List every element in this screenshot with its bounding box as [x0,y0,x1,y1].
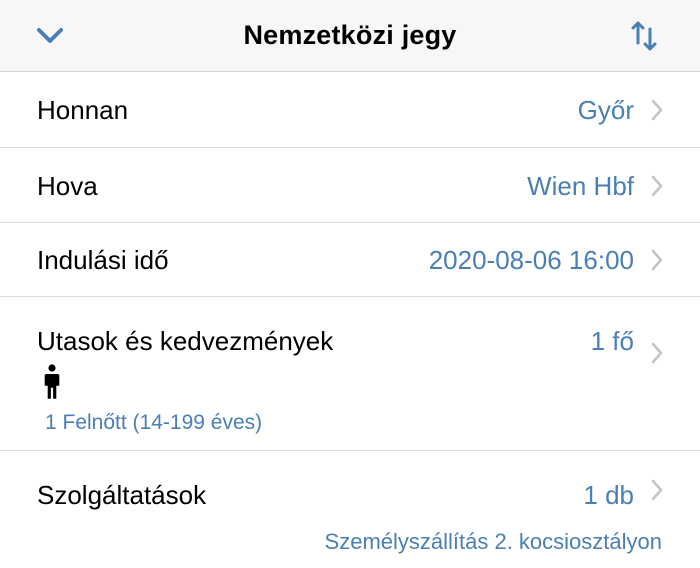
nav-header: Nemzetközi jegy [0,0,700,72]
services-value: 1 db [583,480,634,510]
swap-direction-button[interactable] [624,16,664,56]
row-services[interactable]: Szolgáltatások 1 db Személyszállítás 2. … [0,451,700,568]
swap-vertical-arrows-icon [631,21,657,51]
row-passengers[interactable]: Utasok és kedvezmények 1 fő 1 Felnőtt (1… [0,297,700,451]
from-label: Honnan [37,95,129,125]
chevron-down-icon [37,28,63,43]
services-label: Szolgáltatások [37,480,207,510]
chevron-right-icon [651,175,663,197]
to-value: Wien Hbf [527,171,634,201]
departure-label: Indulási idő [37,245,169,275]
chevron-right-icon [651,249,663,271]
back-button[interactable] [28,18,72,54]
departure-value: 2020-08-06 16:00 [428,245,634,275]
page-title: Nemzetközi jegy [243,20,457,50]
to-label: Hova [37,171,98,201]
passengers-label: Utasok és kedvezmények [37,326,334,356]
passengers-value: 1 fő [590,326,634,356]
row-departure-time[interactable]: Indulási idő 2020-08-06 16:00 [0,223,700,297]
row-from[interactable]: Honnan Győr [0,72,700,148]
services-detail: Személyszállítás 2. kocsiosztályon [324,529,662,554]
chevron-right-icon [651,99,663,121]
passengers-detail: 1 Felnőtt (14-199 éves) [45,411,263,434]
from-value: Győr [577,95,634,125]
row-to[interactable]: Hova Wien Hbf [0,148,700,223]
chevron-right-icon [651,479,663,501]
person-icon [44,364,60,399]
chevron-right-icon [651,342,663,364]
